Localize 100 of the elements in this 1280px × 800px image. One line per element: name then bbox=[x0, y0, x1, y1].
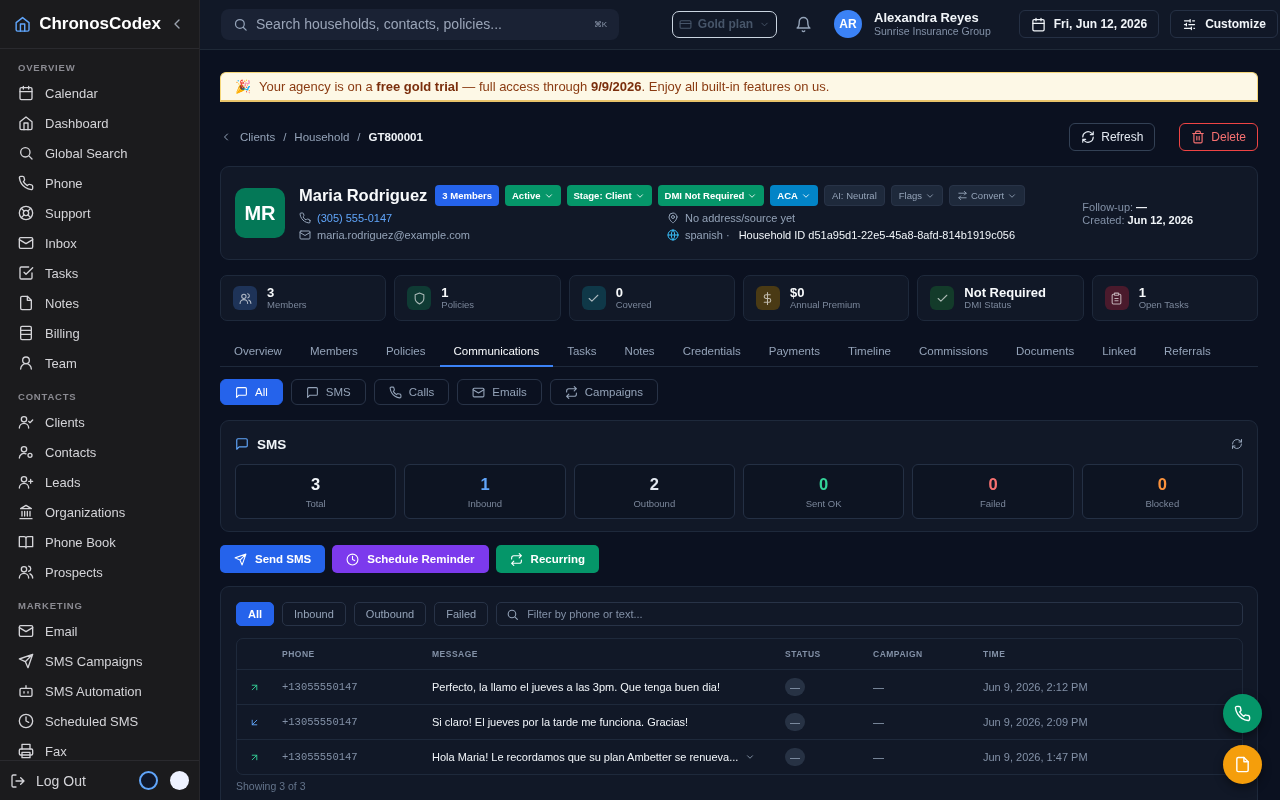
tab[interactable]: Credentials bbox=[668, 337, 755, 367]
time-cell-text: Jun 9, 2026, 2:09 PM bbox=[983, 716, 1089, 728]
sidebar-item[interactable]: Fax bbox=[0, 736, 199, 760]
status-tag[interactable]: Active bbox=[505, 185, 561, 206]
status-tag[interactable]: AI: Neutral bbox=[823, 185, 885, 206]
action-button[interactable]: Recurring bbox=[495, 545, 599, 573]
channel-filter[interactable]: Calls bbox=[373, 379, 450, 405]
message-icon bbox=[235, 437, 249, 451]
sidebar-item[interactable]: Calendar bbox=[0, 78, 199, 108]
shield-icon bbox=[412, 291, 426, 305]
sidebar-item[interactable]: Organizations bbox=[0, 497, 199, 527]
sidebar-item[interactable]: Tasks bbox=[0, 258, 199, 288]
customize-button[interactable]: Customize bbox=[1170, 10, 1278, 38]
phone-link[interactable]: (305) 555-0147 bbox=[317, 212, 393, 224]
people-icon bbox=[18, 564, 34, 580]
tab[interactable]: Payments bbox=[754, 337, 834, 367]
sidebar-item[interactable]: Notes bbox=[0, 288, 199, 318]
sidebar-item[interactable]: Scheduled SMS bbox=[0, 706, 199, 736]
search-icon bbox=[233, 16, 248, 32]
sidebar-item[interactable]: Dashboard bbox=[0, 108, 199, 138]
direction-filter[interactable]: Inbound bbox=[282, 602, 346, 626]
party-emoji: 🎉 bbox=[235, 79, 251, 94]
sidebar-item[interactable]: Inbox bbox=[0, 228, 199, 258]
status-tag[interactable]: 3 Members bbox=[435, 185, 499, 206]
theme-swatch[interactable] bbox=[170, 771, 189, 790]
column-header: MESSAGE bbox=[432, 649, 479, 659]
stat-value: 1 bbox=[1138, 285, 1147, 300]
campaign-cell-text: — bbox=[873, 751, 885, 763]
status-tag[interactable]: DMI Not Required bbox=[657, 185, 765, 206]
tab[interactable]: Tasks bbox=[553, 337, 611, 367]
tab[interactable]: Referrals bbox=[1150, 337, 1225, 367]
lifebuoy-icon bbox=[18, 205, 34, 221]
direction-filter[interactable]: All bbox=[236, 602, 275, 626]
action-button[interactable]: Schedule Reminder bbox=[332, 545, 489, 573]
search-icon bbox=[506, 607, 520, 621]
sidebar-item[interactable]: Leads bbox=[0, 467, 199, 497]
direction-filter[interactable]: Failed bbox=[434, 602, 489, 626]
column-header: TIME bbox=[983, 649, 1007, 659]
house-icon bbox=[18, 115, 34, 131]
filter-field[interactable]: Filter by phone or text... bbox=[496, 602, 1243, 626]
bank-icon bbox=[18, 504, 34, 520]
section-title: MARKETING bbox=[17, 599, 84, 613]
refresh-button[interactable]: Refresh bbox=[1069, 123, 1156, 151]
convert-button[interactable]: Convert bbox=[949, 185, 1026, 206]
clipboard-icon bbox=[1110, 291, 1124, 305]
envelope-icon bbox=[299, 229, 311, 241]
campaign-cell-text: — bbox=[873, 681, 885, 693]
breadcrumb-link[interactable]: Household bbox=[294, 131, 350, 143]
theme-swatch[interactable] bbox=[139, 771, 158, 790]
sidebar-item[interactable]: Support bbox=[0, 198, 199, 228]
status-tag[interactable]: Flags bbox=[890, 185, 943, 206]
sidebar-item[interactable]: Phone Book bbox=[0, 527, 199, 557]
phone-icon bbox=[18, 175, 34, 191]
tab[interactable]: Notes bbox=[610, 337, 669, 367]
refresh-button[interactable] bbox=[1231, 438, 1243, 450]
tab[interactable]: Members bbox=[295, 337, 372, 367]
tab[interactable]: Policies bbox=[371, 337, 440, 367]
counter-label: Failed bbox=[980, 497, 1006, 509]
tab[interactable]: Documents bbox=[1002, 337, 1089, 367]
channel-filter[interactable]: Emails bbox=[457, 379, 542, 405]
date-button[interactable]: Fri, Jun 12, 2026 bbox=[1018, 10, 1160, 38]
delete-button[interactable]: Delete bbox=[1179, 123, 1258, 151]
app-name: ChronosCodex bbox=[39, 14, 161, 34]
tab[interactable]: Communications bbox=[439, 337, 554, 367]
sidebar-item[interactable]: Phone bbox=[0, 168, 199, 198]
tab[interactable]: Overview bbox=[220, 337, 296, 367]
breadcrumb-link[interactable]: Clients bbox=[240, 131, 276, 143]
refresh-icon bbox=[1081, 130, 1096, 144]
stat-value: 1 bbox=[441, 285, 450, 300]
status-tag[interactable]: ACA bbox=[770, 185, 818, 206]
trash-icon bbox=[1191, 130, 1206, 144]
column-header: STATUS bbox=[785, 649, 822, 659]
sidebar-item[interactable]: Email bbox=[0, 616, 199, 646]
direction-filter[interactable]: Outbound bbox=[353, 602, 427, 626]
tab[interactable]: Timeline bbox=[833, 337, 905, 367]
sidebar-item[interactable]: Contacts bbox=[0, 437, 199, 467]
counter-value: 0 bbox=[819, 474, 829, 494]
tab[interactable]: Commissions bbox=[904, 337, 1002, 367]
sidebar-item[interactable]: Billing bbox=[0, 318, 199, 348]
sidebar-item[interactable]: Global Search bbox=[0, 138, 199, 168]
sidebar-item[interactable]: SMS Automation bbox=[0, 676, 199, 706]
sidebar-item[interactable]: Team bbox=[0, 348, 199, 378]
search-icon bbox=[18, 145, 34, 161]
status-tag[interactable]: Stage: Client bbox=[566, 185, 652, 206]
sidebar-item[interactable]: SMS Campaigns bbox=[0, 646, 199, 676]
counter-value: 0 bbox=[1157, 474, 1167, 494]
message-icon bbox=[235, 385, 248, 399]
clock-icon bbox=[346, 552, 360, 566]
sidebar-item[interactable]: Prospects bbox=[0, 557, 199, 587]
action-button[interactable]: Send SMS bbox=[220, 545, 326, 573]
notifications-button[interactable] bbox=[795, 15, 812, 33]
channel-filter[interactable]: Campaigns bbox=[549, 379, 658, 405]
channel-filter[interactable]: SMS bbox=[290, 379, 366, 405]
logout-button[interactable]: Log Out bbox=[10, 772, 127, 789]
sidebar-item[interactable]: Clients bbox=[0, 407, 199, 437]
section-title: SMS bbox=[257, 436, 288, 452]
tab[interactable]: Linked bbox=[1088, 337, 1151, 367]
breadcrumb-separator: / bbox=[283, 131, 287, 143]
channel-filter[interactable]: All bbox=[220, 379, 283, 405]
status-pill: — bbox=[785, 713, 805, 731]
